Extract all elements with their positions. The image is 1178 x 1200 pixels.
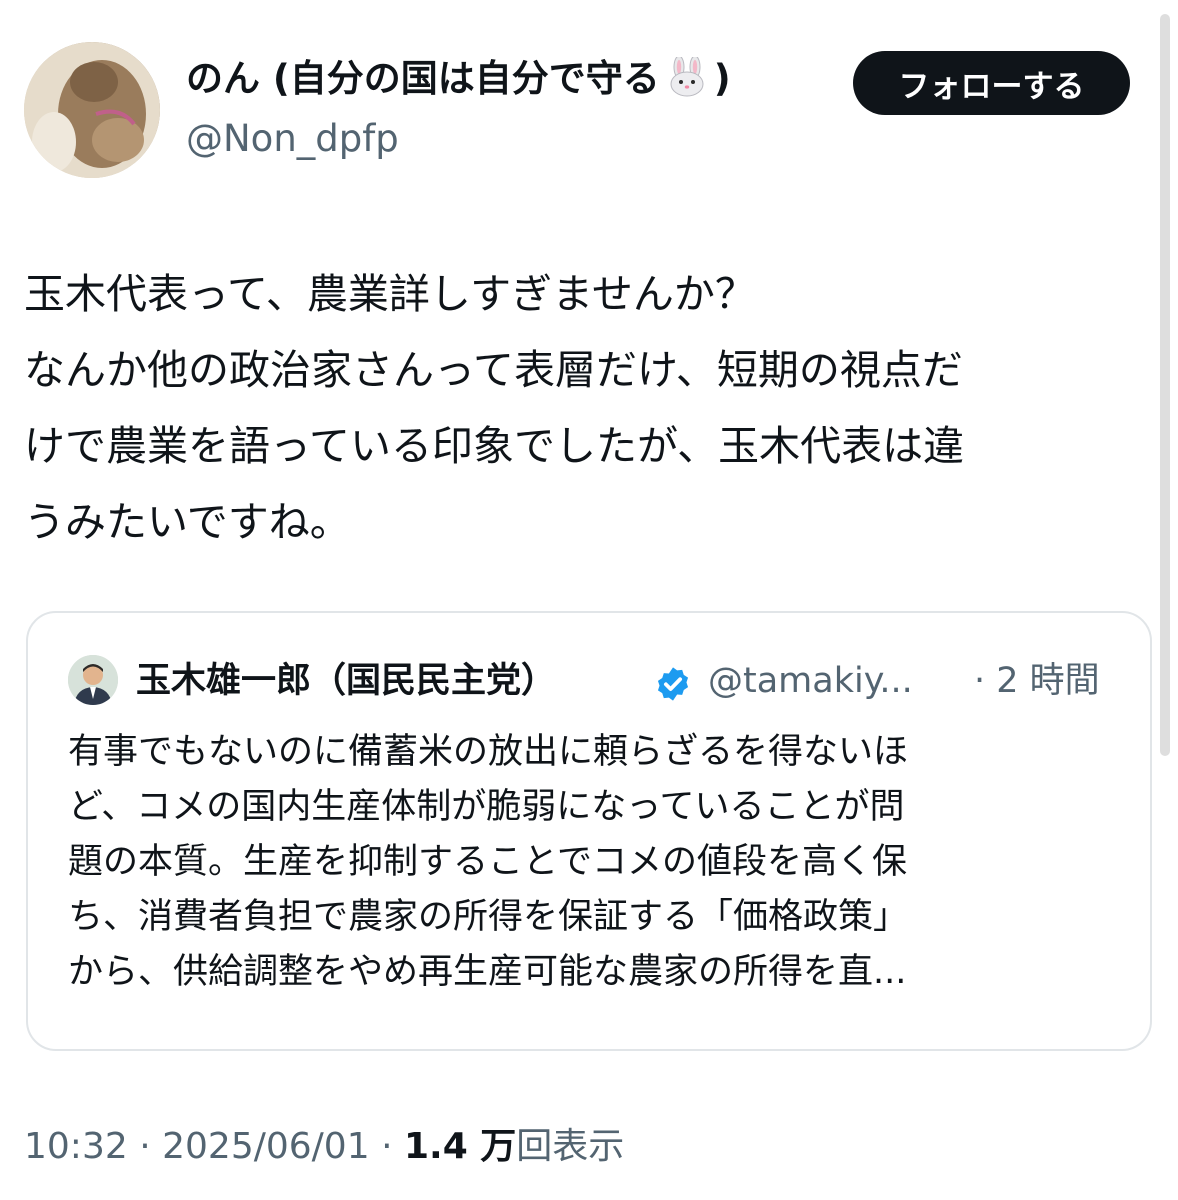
author-avatar[interactable]: [24, 42, 160, 178]
tweet-metadata: 10:32 · 2025/06/01 · 1.4 万回表示: [24, 1122, 624, 1172]
quoted-author-name[interactable]: 玉木雄一郎（国民民主党）: [136, 657, 556, 705]
tweet-body-line: けで農業を語っている印象でしたが、玉木代表は違: [24, 422, 965, 470]
tweet-body-line: うみたいですね。: [24, 498, 351, 546]
quoted-text-line: 題の本質。生産を抑制することでコメの値段を高く保: [68, 842, 907, 882]
quoted-text-line: ち、消費者負担で農家の所得を保証する「価格政策」: [68, 897, 909, 937]
separator-dot: ·: [381, 1126, 393, 1167]
quoted-text-line: 有事でもないのに備蓄米の放出に頼らざるを得ないほ: [68, 732, 909, 772]
views-count[interactable]: 1.4 万: [404, 1126, 516, 1167]
quoted-author-avatar[interactable]: [68, 655, 118, 705]
tweet-body-line: なんか他の政治家さんって表層だけ、短期の視点だ: [24, 346, 963, 394]
display-name-end: ): [713, 57, 731, 100]
relative-time: 2 時間: [996, 661, 1100, 701]
tweet-body-line: 玉木代表って、農業詳しすぎませんか？: [24, 270, 756, 318]
separator-dot: ·: [974, 661, 986, 701]
tweet-body: 玉木代表って、農業詳しすぎませんか？ なんか他の政治家さんって表層だけ、短期の視…: [24, 256, 1144, 560]
verified-badge-icon: [657, 667, 689, 701]
author-display-name[interactable]: のん (自分の国は自分で守る ): [186, 54, 731, 104]
rabbit-face-emoji-icon: [670, 57, 704, 97]
person-photo-icon: [68, 655, 118, 705]
views-label: 回表示: [516, 1126, 625, 1167]
tweet-time[interactable]: 10:32: [24, 1126, 128, 1167]
author-handle[interactable]: @Non_dpfp: [186, 114, 399, 164]
quoted-tweet-time[interactable]: · 2 時間: [974, 657, 1100, 705]
follow-button[interactable]: フォローする: [853, 51, 1130, 115]
quoted-tweet-card[interactable]: 玉木雄一郎（国民民主党） @tamakiy... · 2 時間 有事でもないのに…: [26, 611, 1152, 1051]
tweet-date[interactable]: 2025/06/01: [162, 1126, 370, 1167]
display-name-text: のん (自分の国は自分で守る: [186, 57, 660, 100]
quoted-author-handle[interactable]: @tamakiy...: [708, 657, 913, 705]
quoted-tweet-text: 有事でもないのに備蓄米の放出に頼らざるを得ないほ ど、コメの国内生産体制が脆弱に…: [68, 725, 1128, 1000]
quoted-text-line: から、供給調整をやめ再生産可能な農家の所得を直...: [68, 952, 907, 992]
separator-dot: ·: [139, 1126, 151, 1167]
cat-photo-icon: [24, 42, 160, 178]
quoted-text-line: ど、コメの国内生産体制が脆弱になっていることが問: [68, 787, 905, 827]
scrollbar[interactable]: [1160, 14, 1170, 756]
